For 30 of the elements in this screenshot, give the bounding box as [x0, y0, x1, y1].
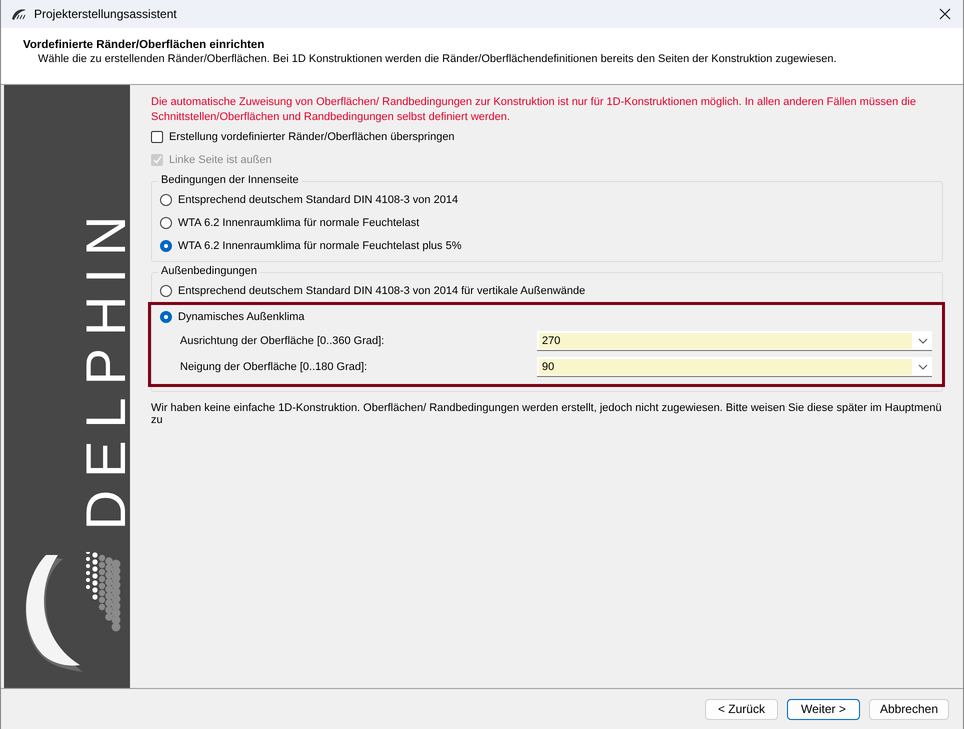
- app-logo-icon: [11, 7, 27, 21]
- window-title: Projekterstellungsassistent: [34, 7, 178, 21]
- page-title: Vordefinierte Ränder/Oberflächen einrichten: [23, 39, 266, 51]
- radio-label: WTA 6.2 Innenraumklima für normale Feuchtelast plus 5%: [178, 240, 462, 252]
- radio-button[interactable]: [160, 310, 172, 322]
- dialog-button[interactable]: Weiter >: [786, 698, 860, 720]
- field-label: Neigung der Oberfläche [0..180 Grad]:: [179, 361, 368, 373]
- combo-box[interactable]: 270: [537, 331, 932, 351]
- field-label: Ausrichtung der Oberfläche [0..360 Grad]:: [179, 335, 386, 347]
- radio-label: WTA 6.2 Innenraumklima für normale Feuchtelast: [178, 216, 420, 228]
- group-title: Bedingungen der Innenseite: [158, 174, 302, 186]
- warning-text: Die automatische Zuweisung von Oberflächen/ Randbedingungen zur Konstruktion ist nur für 1D-Konstruktionen möglich. In allen anderen Fällen müssen die Schnittstellen/Oberflächen und Randbedingungen selbst definiert werden.: [151, 95, 917, 125]
- radio-button[interactable]: [160, 216, 172, 228]
- radio-label: Entsprechend deutschem Standard DIN 4108-3 von 2014 für vertikale Außenwände: [178, 284, 586, 296]
- radio-button[interactable]: [160, 194, 172, 206]
- page-description: Wähle die zu erstellenden Ränder/Oberflächen. Bei 1D Konstruktionen werden die Ränder/Oberflächendefinitionen bereits den Seiten der Konstruktion zugewiesen.: [37, 53, 838, 65]
- info-text: Wir haben keine einfache 1D-Konstruktion. Oberflächen/ Randbedingungen werden erstellt, jedoch nicht zugewiesen. Bitte weisen Sie diese später im Hauptmenü zu: [151, 402, 943, 426]
- radio-button[interactable]: [160, 284, 172, 296]
- combo-box[interactable]: 90: [537, 357, 932, 377]
- radio-label: Entsprechend deutschem Standard DIN 4108-3 von 2014: [178, 194, 458, 206]
- close-icon[interactable]: [937, 6, 953, 22]
- dialog-button[interactable]: < Zurück: [704, 698, 778, 720]
- group-title: Außenbedingungen: [158, 265, 260, 277]
- checkbox[interactable]: [151, 130, 163, 142]
- dialog-button[interactable]: Abbrechen: [868, 698, 949, 720]
- checkbox-label: Linke Seite ist außen: [169, 154, 272, 166]
- checkbox-label: Erstellung vordefinierter Ränder/Oberflächen überspringen: [169, 130, 455, 142]
- logo-text: DELPHIN: [78, 204, 134, 530]
- radio-label: Dynamisches Außenklima: [178, 310, 305, 322]
- radio-button[interactable]: [160, 240, 172, 252]
